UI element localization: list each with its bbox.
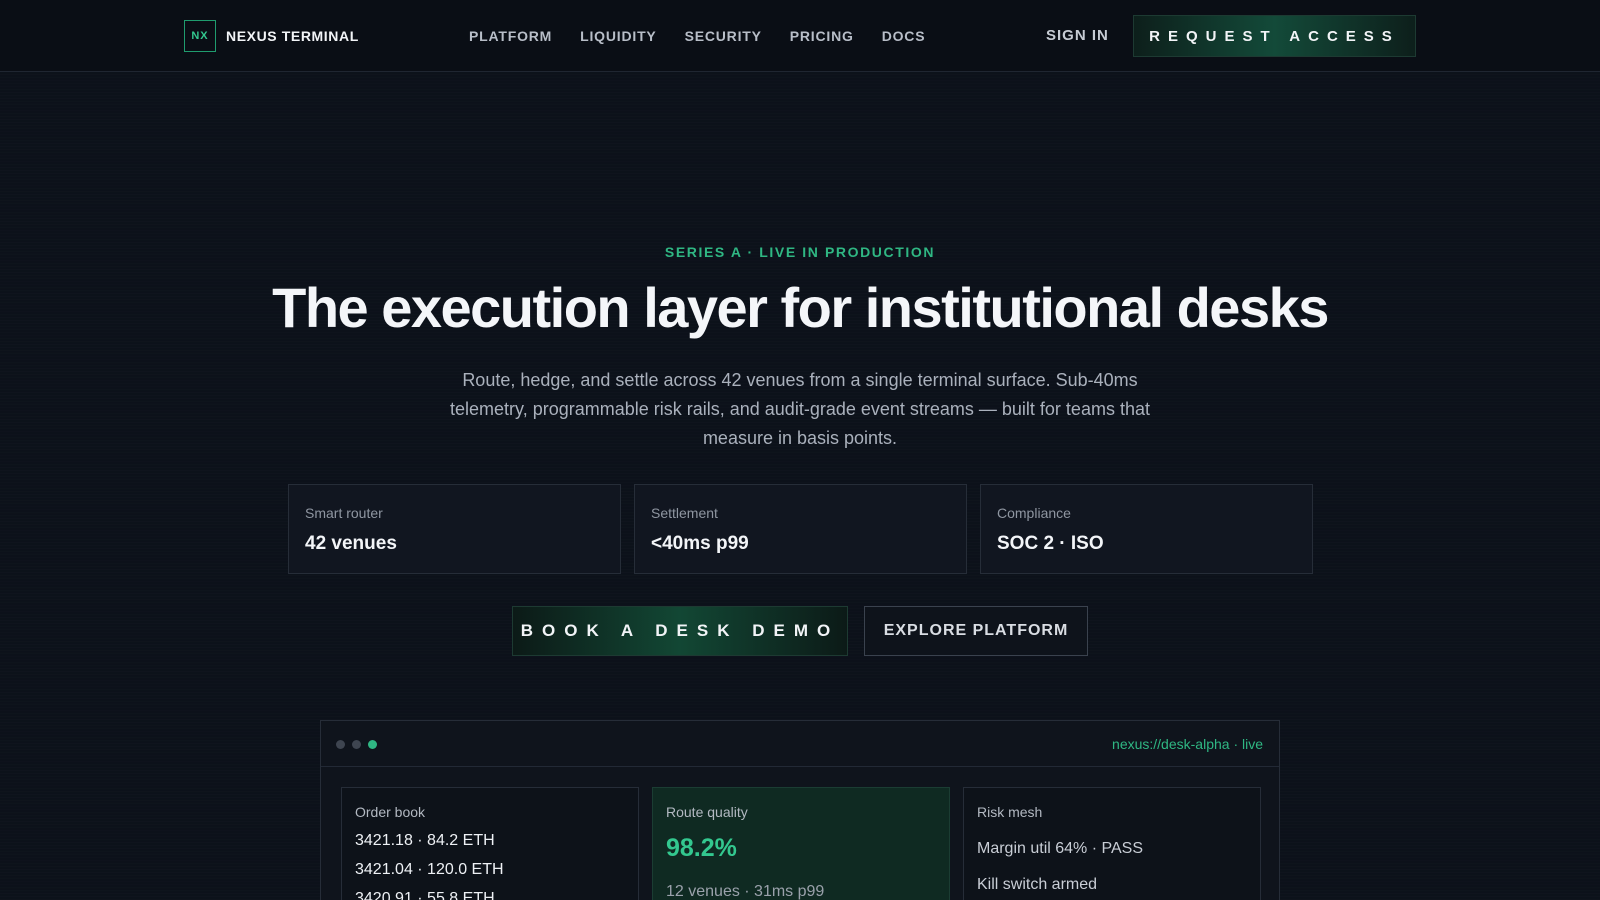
window-dot-icon [336,740,345,749]
window-dot-icon [352,740,361,749]
order-book-panel: Order book 3421.18 · 84.2 ETH 3421.04 · … [341,787,639,900]
nav-link-platform[interactable]: PLATFORM [469,28,552,44]
nav-link-pricing[interactable]: PRICING [790,28,854,44]
risk-mesh-panel: Risk mesh Margin util 64% · PASS Kill sw… [963,787,1261,900]
route-quality-value: 98.2% [666,834,737,862]
panel-title: Route quality [666,804,748,820]
stat-value: 42 venues [305,533,397,554]
stat-value: SOC 2 · ISO [997,533,1104,554]
stat-card-router: Smart router 42 venues [288,484,621,574]
stat-cards: Smart router 42 venues Settlement <40ms … [288,484,1313,574]
stat-label: Compliance [997,505,1071,521]
route-quality-panel: Route quality 98.2% 12 venues · 31ms p99 [652,787,950,900]
brand-name[interactable]: NEXUS TERMINAL [226,28,359,44]
terminal-preview: nexus://desk-alpha · live Order book 342… [320,720,1280,900]
nav-link-security[interactable]: SECURITY [685,28,762,44]
hero-subtitle: Route, hedge, and settle across 42 venue… [450,370,1150,448]
logo-mark[interactable]: NX [184,20,216,52]
sign-in-link[interactable]: SIGN IN [1046,27,1109,44]
nav-link-docs[interactable]: DOCS [882,28,926,44]
explore-platform-button[interactable]: EXPLORE PLATFORM [864,606,1088,656]
nav-links: PLATFORM LIQUIDITY SECURITY PRICING DOCS [469,28,925,44]
hero-eyebrow: SERIES A · LIVE IN PRODUCTION [664,244,936,260]
panel-title: Risk mesh [977,804,1043,820]
terminal-titlebar: nexus://desk-alpha · live [321,721,1279,767]
order-book-row: 3421.18 · 84.2 ETH [355,832,495,849]
session-label: nexus://desk-alpha · live [1112,736,1263,752]
live-dot-icon [368,740,377,749]
terminal-panels: Order book 3421.18 · 84.2 ETH 3421.04 · … [341,787,1261,900]
hero-headline: The execution layer for institutional de… [272,276,1329,339]
nav-link-liquidity[interactable]: LIQUIDITY [580,28,656,44]
risk-row: Margin util 64% · PASS [977,840,1143,857]
panel-title: Order book [355,804,426,820]
stat-card-settlement: Settlement <40ms p99 [634,484,967,574]
stat-label: Settlement [651,505,718,521]
request-access-button[interactable]: REQUEST ACCESS [1133,15,1416,57]
top-nav: NX NEXUS TERMINAL PLATFORM LIQUIDITY SEC… [0,0,1600,72]
stat-value: <40ms p99 [651,533,749,554]
order-book-row: 3420.91 · 55.8 ETH [355,890,495,900]
stat-card-compliance: Compliance SOC 2 · ISO [980,484,1313,574]
risk-row: Kill switch armed [977,876,1098,893]
order-book-row: 3421.04 · 120.0 ETH [355,861,504,878]
stat-label: Smart router [305,505,383,521]
book-demo-button[interactable]: BOOK A DESK DEMO [512,606,848,656]
route-quality-detail: 12 venues · 31ms p99 [666,883,825,900]
